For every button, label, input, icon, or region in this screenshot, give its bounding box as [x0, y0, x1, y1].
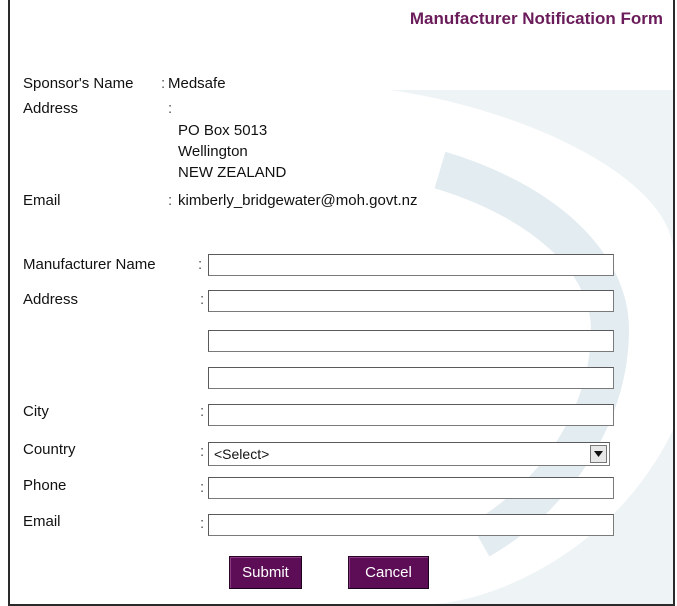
country-select[interactable]: <Select> [208, 442, 610, 466]
sponsor-address-line: Wellington [178, 143, 248, 160]
sponsor-email-value: kimberly_bridgewater@moh.govt.nz [178, 192, 418, 209]
city-input[interactable] [208, 404, 614, 426]
city-label: City [23, 403, 49, 420]
separator: : [168, 192, 173, 209]
sponsor-name-label: Sponsor's Name [23, 75, 134, 92]
separator: : [200, 443, 205, 460]
address-line-2-input[interactable] [208, 330, 614, 352]
dropdown-arrow-icon[interactable] [590, 445, 607, 463]
address-line-3-input[interactable] [208, 367, 614, 389]
manufacturer-email-label: Email [23, 513, 61, 530]
country-selected-value: <Select> [214, 446, 270, 462]
form-title: Manufacturer Notification Form [409, 9, 663, 28]
sponsor-address-line: NEW ZEALAND [178, 164, 287, 181]
separator: : [198, 256, 203, 273]
manufacturer-address-label: Address [23, 291, 79, 308]
country-label: Country [23, 441, 76, 458]
form-panel: Manufacturer Notification Form Sponsor's… [8, 0, 675, 606]
phone-label: Phone [23, 477, 67, 494]
sponsor-name-value: Medsafe [168, 75, 226, 92]
sponsor-email-label: Email [23, 192, 61, 209]
separator: : [200, 515, 205, 532]
separator: : [200, 403, 205, 420]
cancel-button[interactable]: Cancel [348, 556, 429, 589]
submit-button[interactable]: Submit [229, 556, 302, 589]
separator: : [200, 291, 205, 308]
phone-input[interactable] [208, 477, 614, 499]
manufacturer-email-input[interactable] [208, 514, 614, 536]
sponsor-address-line: PO Box 5013 [178, 122, 268, 139]
manufacturer-name-input[interactable] [208, 254, 614, 276]
manufacturer-name-label: Manufacturer Name [23, 256, 156, 273]
separator: : [168, 100, 173, 117]
separator: : [200, 479, 205, 496]
address-line-1-input[interactable] [208, 290, 614, 312]
separator: : [161, 75, 166, 92]
sponsor-address-label: Address [23, 100, 79, 117]
